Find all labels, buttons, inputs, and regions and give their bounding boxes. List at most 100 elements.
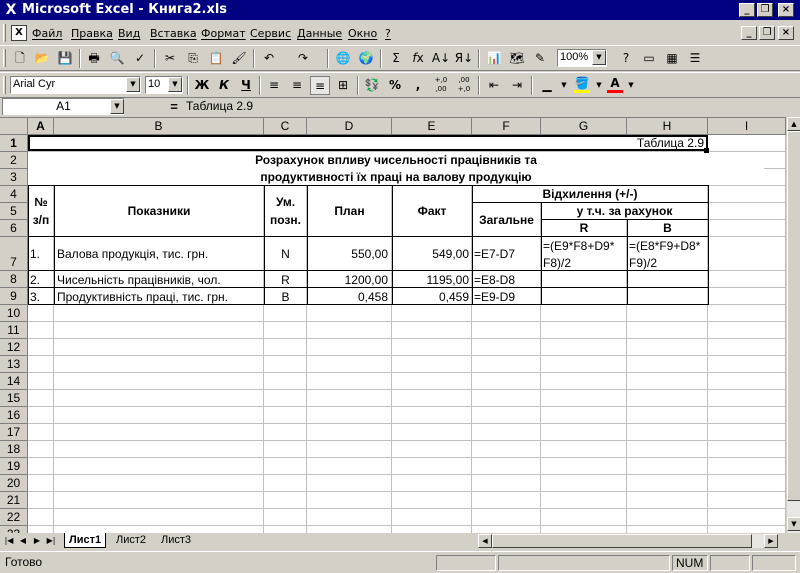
cell-b9[interactable]: Продуктивність праці, тис. грн. <box>57 289 228 305</box>
cell-a7[interactable]: 1. <box>30 246 40 262</box>
font-color-icon[interactable]: A <box>605 76 625 95</box>
cell-d8[interactable]: 1200,00 <box>307 272 388 288</box>
currency-icon[interactable]: 💱 <box>362 76 382 95</box>
select-all-corner[interactable] <box>0 118 28 135</box>
toolbar-b-icon[interactable]: ▦ <box>662 49 682 68</box>
menu-view[interactable]: Вид <box>118 26 140 41</box>
paste-icon[interactable]: 📋 <box>206 49 226 68</box>
close-button[interactable]: × <box>778 3 794 17</box>
cell-hdr-fact[interactable]: Факт <box>392 203 472 219</box>
map-icon[interactable]: 🗺 <box>507 49 527 68</box>
fill-color-icon[interactable]: 🪣 <box>572 76 592 95</box>
cell-hdr-including[interactable]: у т.ч. за рахунок <box>541 203 708 219</box>
redo-icon[interactable]: ↷ <box>293 49 313 68</box>
underline-button[interactable]: Ч <box>236 76 256 95</box>
workbook-icon[interactable]: X <box>11 25 27 41</box>
align-center-icon[interactable]: ≡ <box>287 76 307 95</box>
row-header-13[interactable]: 13 <box>0 356 28 373</box>
cell-c9[interactable]: B <box>264 289 307 305</box>
toolbar-grip[interactable] <box>3 76 6 94</box>
comma-button[interactable]: , <box>408 76 428 95</box>
formula-input[interactable]: Таблица 2.9 <box>184 98 798 115</box>
cell-c8[interactable]: R <box>264 272 307 288</box>
cell-hdr-unit-2[interactable]: позн. <box>264 212 307 228</box>
cell-g7-line2[interactable]: F8)/2 <box>543 255 571 271</box>
cell-d7[interactable]: 550,00 <box>307 246 388 262</box>
row-header-16[interactable]: 16 <box>0 407 28 424</box>
row-header-2[interactable]: 2 <box>0 152 28 169</box>
cell-hdr-plan[interactable]: План <box>307 203 392 219</box>
sort-descending-icon[interactable]: Я↓ <box>454 49 474 68</box>
cell-g7-line1[interactable]: =(E9*F8+D9* <box>543 238 614 254</box>
zoom-select[interactable]: 100% ▼ <box>557 49 607 67</box>
chevron-down-icon[interactable]: ▼ <box>594 76 604 95</box>
row-header-18[interactable]: 18 <box>0 441 28 458</box>
scroll-thumb[interactable] <box>787 131 800 501</box>
col-header-g[interactable]: G <box>541 118 627 135</box>
prev-sheet-icon[interactable]: ◀ <box>16 534 30 548</box>
spreadsheet-grid[interactable]: A B C D E F G H I 1 2 3 4 5 6 7 8 9 10 11 12 13 14 15 1… <box>0 117 786 533</box>
cell-title-line2[interactable]: продуктивності їх праці на валову продук… <box>28 169 764 185</box>
cell-hdr-unit-1[interactable]: Ум. <box>264 194 307 210</box>
row-header-17[interactable]: 17 <box>0 424 28 441</box>
sort-ascending-icon[interactable]: A↓ <box>431 49 451 68</box>
first-sheet-icon[interactable]: |◀ <box>2 534 16 548</box>
open-icon[interactable]: 📂 <box>32 49 52 68</box>
col-header-b[interactable]: B <box>54 118 264 135</box>
row-header-10[interactable]: 10 <box>0 305 28 322</box>
bold-button[interactable]: Ж <box>192 76 212 95</box>
merge-center-icon[interactable]: ⊞ <box>333 76 353 95</box>
cell-f7[interactable]: =E7-D7 <box>474 246 515 262</box>
menu-edit[interactable]: Правка <box>71 26 113 41</box>
chevron-down-icon[interactable]: ▼ <box>168 77 182 92</box>
row-header-12[interactable]: 12 <box>0 339 28 356</box>
help-icon[interactable]: ? <box>616 49 636 68</box>
increase-decimal-button[interactable]: +,0 ,00 <box>431 76 451 95</box>
print-icon[interactable]: 🖶 <box>84 49 104 68</box>
cell-e8[interactable]: 1195,00 <box>392 272 470 288</box>
function-icon[interactable]: fx <box>408 49 428 68</box>
scroll-right-icon[interactable]: ▶ <box>764 534 778 548</box>
col-header-d[interactable]: D <box>307 118 392 135</box>
cell-d9[interactable]: 0,458 <box>307 289 388 305</box>
row-header-20[interactable]: 20 <box>0 475 28 492</box>
copy-icon[interactable]: ⎘ <box>183 49 203 68</box>
cell-b8[interactable]: Чисельність працівників, чол. <box>57 272 221 288</box>
col-header-h[interactable]: H <box>627 118 708 135</box>
row-header-4[interactable]: 4 <box>0 186 28 203</box>
hyperlink-icon[interactable]: 🌐 <box>333 49 353 68</box>
cell-f8[interactable]: =E8-D8 <box>474 272 515 288</box>
doc-close-button[interactable]: × <box>778 26 794 40</box>
decrease-indent-icon[interactable]: ⇤ <box>484 76 504 95</box>
toolbar-a-icon[interactable]: ▭ <box>639 49 659 68</box>
scroll-up-icon[interactable]: ▲ <box>787 117 800 131</box>
sheet-tab-2[interactable]: Лист2 <box>112 533 150 548</box>
sheet-tab-3[interactable]: Лист3 <box>157 533 195 548</box>
minimize-button[interactable]: _ <box>739 3 755 17</box>
italic-button[interactable]: К <box>214 76 234 95</box>
drawing-icon[interactable]: ✎ <box>530 49 550 68</box>
col-header-f[interactable]: F <box>472 118 541 135</box>
row-header-14[interactable]: 14 <box>0 373 28 390</box>
borders-icon[interactable]: ▁ <box>537 76 557 95</box>
cell-e7[interactable]: 549,00 <box>392 246 469 262</box>
web-toolbar-icon[interactable]: 🌍 <box>356 49 376 68</box>
col-header-e[interactable]: E <box>392 118 472 135</box>
row-header-1[interactable]: 1 <box>0 135 28 152</box>
menu-format[interactable]: Формат <box>201 26 246 41</box>
row-header-9[interactable]: 9 <box>0 288 28 305</box>
scroll-down-icon[interactable]: ▼ <box>787 517 800 531</box>
cell-a9[interactable]: 3. <box>30 289 40 305</box>
row-header-23[interactable]: 23 <box>0 526 28 533</box>
maximize-button[interactable]: ❐ <box>757 3 773 17</box>
col-header-c[interactable]: C <box>264 118 307 135</box>
cut-icon[interactable]: ✂ <box>160 49 180 68</box>
menu-tools[interactable]: Сервис <box>250 26 291 41</box>
chart-wizard-icon[interactable]: 📊 <box>484 49 504 68</box>
chevron-down-icon[interactable]: ▼ <box>626 76 636 95</box>
row-header-7[interactable]: 7 <box>0 237 28 271</box>
cell-e9[interactable]: 0,459 <box>392 289 469 305</box>
align-right-icon[interactable]: ≡ <box>310 76 330 95</box>
row-header-22[interactable]: 22 <box>0 509 28 526</box>
row-header-11[interactable]: 11 <box>0 322 28 339</box>
